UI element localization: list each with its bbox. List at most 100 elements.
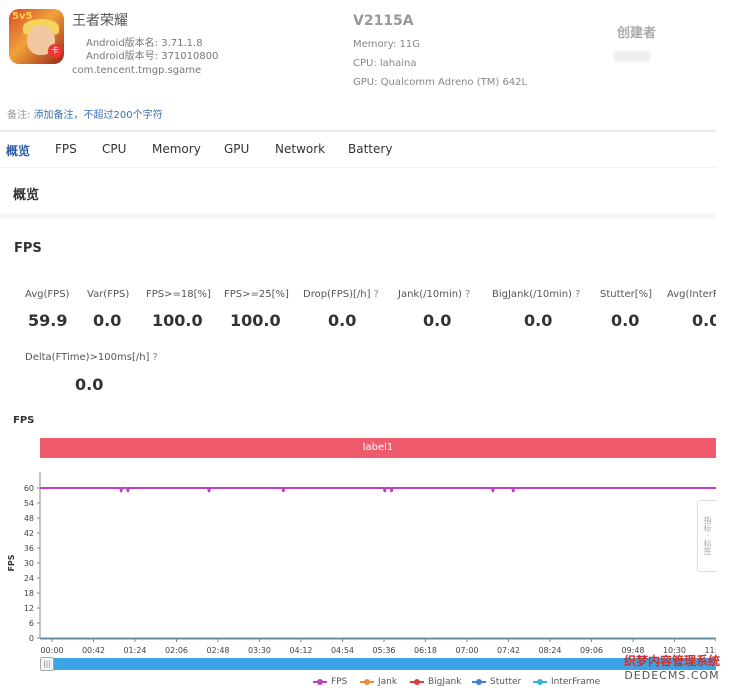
fps-line-chart[interactable]: 0 6 12 18 24 30 36 42 48 54 60 FPS 00:00 00:42 01:24 02…	[0, 462, 716, 657]
tab-gpu[interactable]: GPU	[224, 142, 249, 156]
x-tick-label: 09:06	[580, 646, 603, 655]
device-gpu: GPU: Qualcomm Adreno (TM) 642L	[353, 77, 528, 88]
legend-item-bigjank[interactable]: BigJank	[410, 677, 461, 687]
tab-network[interactable]: Network	[275, 142, 325, 156]
metric-value-avg-fps: 59.9	[28, 311, 68, 330]
x-tick-label: 04:54	[331, 646, 354, 655]
metric-label-fps25: FPS>=25[%]	[224, 289, 289, 300]
tab-battery[interactable]: Battery	[348, 142, 392, 156]
metric-label-delta-ftime: Delta(FTime)>100ms[/h]?	[25, 352, 158, 363]
tab-bar: 概览 FPS CPU Memory GPU Network Battery	[0, 130, 716, 168]
app-package: com.tencent.tmgp.sgame	[72, 65, 202, 76]
y-tick-label: 12	[24, 604, 34, 613]
tab-overview[interactable]: 概览	[6, 142, 30, 159]
legend-label: InterFrame	[551, 677, 601, 687]
y-tick-label: 24	[24, 574, 34, 583]
section-title: 概览	[13, 188, 40, 203]
y-tick-label: 18	[24, 589, 34, 598]
metric-value-jank: 0.0	[423, 311, 452, 330]
metric-label-stutter: Stutter[%]	[600, 289, 653, 300]
x-tick-label: 01:24	[123, 646, 146, 655]
metric-value-avg-interframe: 0.0	[692, 311, 716, 330]
x-tick-label: 06:18	[414, 646, 437, 655]
remark-row: 备注: 添加备注，不超过200个字符	[7, 106, 163, 121]
y-tick-label: 36	[24, 544, 34, 553]
legend-label: BigJank	[428, 677, 462, 687]
metric-label-avg-fps: Avg(FPS)	[25, 289, 70, 300]
device-name: V2115A	[353, 13, 414, 29]
metric-value-stutter: 0.0	[611, 311, 640, 330]
x-tick-label: 04:12	[289, 646, 312, 655]
side-tag[interactable]: 指标 · 标签	[697, 500, 716, 572]
remark-prefix: 备注:	[7, 110, 31, 121]
help-icon[interactable]: ?	[575, 289, 580, 300]
y-tick-label: 54	[24, 499, 34, 508]
help-icon[interactable]: ?	[465, 289, 470, 300]
metric-label-var-fps: Var(FPS)	[87, 289, 130, 300]
watermark: 织梦内容管理系统 DEDECMS.COM	[620, 652, 724, 682]
chart-zoom-track[interactable]	[42, 658, 716, 670]
y-axis-label: FPS	[7, 554, 16, 571]
metric-value-bigjank: 0.0	[524, 311, 553, 330]
help-icon[interactable]: ?	[152, 352, 157, 363]
x-tick-label: 03:30	[248, 646, 271, 655]
metric-value-var-fps: 0.0	[93, 311, 122, 330]
app-header: 5v5 卡 王者荣耀 Android版本名: 3.71.1.8 Android版…	[0, 0, 716, 128]
tab-cpu[interactable]: CPU	[102, 142, 126, 156]
app-icon: 5v5 卡	[9, 9, 64, 64]
metric-value-fps18: 100.0	[152, 311, 203, 330]
label-bar[interactable]: label1	[40, 438, 716, 458]
chart-title: FPS	[13, 415, 35, 426]
metric-label-jank: Jank(/10min)?	[398, 289, 471, 300]
legend-item-jank[interactable]: Jank	[360, 677, 397, 687]
y-tick-label: 6	[29, 619, 34, 628]
metric-value-fps25: 100.0	[230, 311, 281, 330]
metric-label-bigjank: BigJank(/10min)?	[492, 289, 581, 300]
metric-value-delta-ftime: 0.0	[75, 375, 104, 394]
series-line-fps	[40, 487, 716, 493]
legend-swatch	[360, 678, 374, 685]
chart-zoom-handle[interactable]: |||	[40, 657, 54, 671]
x-tick-label: 08:24	[538, 646, 561, 655]
legend-swatch	[410, 678, 424, 685]
legend-label: FPS	[331, 677, 348, 687]
legend-item-interframe[interactable]: InterFrame	[533, 677, 600, 687]
legend-label: Stutter	[490, 677, 522, 687]
x-tick-label: 07:00	[455, 646, 478, 655]
creator-label: 创建者	[617, 26, 657, 41]
creator-avatar-blurred	[614, 51, 650, 62]
add-remark-link[interactable]: 添加备注，不超过200个字符	[34, 110, 163, 121]
app-name: 王者荣耀	[72, 13, 128, 29]
metric-label-fps18: FPS>=18[%]	[146, 289, 211, 300]
x-tick-label: 02:06	[165, 646, 188, 655]
watermark-line1: 织梦内容管理系统	[623, 654, 720, 668]
section-divider	[0, 213, 716, 219]
legend-item-stutter[interactable]: Stutter	[472, 677, 521, 687]
x-tick-label: 00:00	[40, 646, 63, 655]
tab-memory[interactable]: Memory	[152, 142, 201, 156]
legend-swatch	[313, 678, 327, 685]
y-tick-label: 0	[29, 634, 34, 643]
legend-swatch	[472, 678, 486, 685]
fps-section-title: FPS	[14, 241, 42, 256]
legend-swatch	[533, 678, 547, 685]
game-logo-text: 5v5	[12, 11, 33, 22]
metric-value-drop: 0.0	[328, 311, 357, 330]
legend-label: Jank	[378, 677, 398, 687]
x-tick-label: 02:48	[206, 646, 229, 655]
y-tick-label: 42	[24, 529, 34, 538]
app-version-code: Android版本号: 371010800	[86, 51, 219, 62]
y-tick-label: 60	[24, 484, 34, 493]
x-tick-label: 07:42	[497, 646, 520, 655]
tab-fps[interactable]: FPS	[55, 142, 77, 156]
device-cpu: CPU: lahaina	[353, 58, 417, 69]
metric-label-avg-interframe: Avg(InterF	[667, 289, 716, 300]
watermark-line2: DEDECMS.COM	[624, 669, 720, 682]
help-icon[interactable]: ?	[374, 289, 379, 300]
metric-label-drop: Drop(FPS)[/h]?	[303, 289, 379, 300]
icon-badge: 卡	[48, 44, 62, 58]
x-tick-label: 05:36	[372, 646, 395, 655]
legend-item-fps[interactable]: FPS	[313, 677, 347, 687]
device-memory: Memory: 11G	[353, 39, 420, 50]
y-tick-label: 30	[24, 559, 34, 568]
